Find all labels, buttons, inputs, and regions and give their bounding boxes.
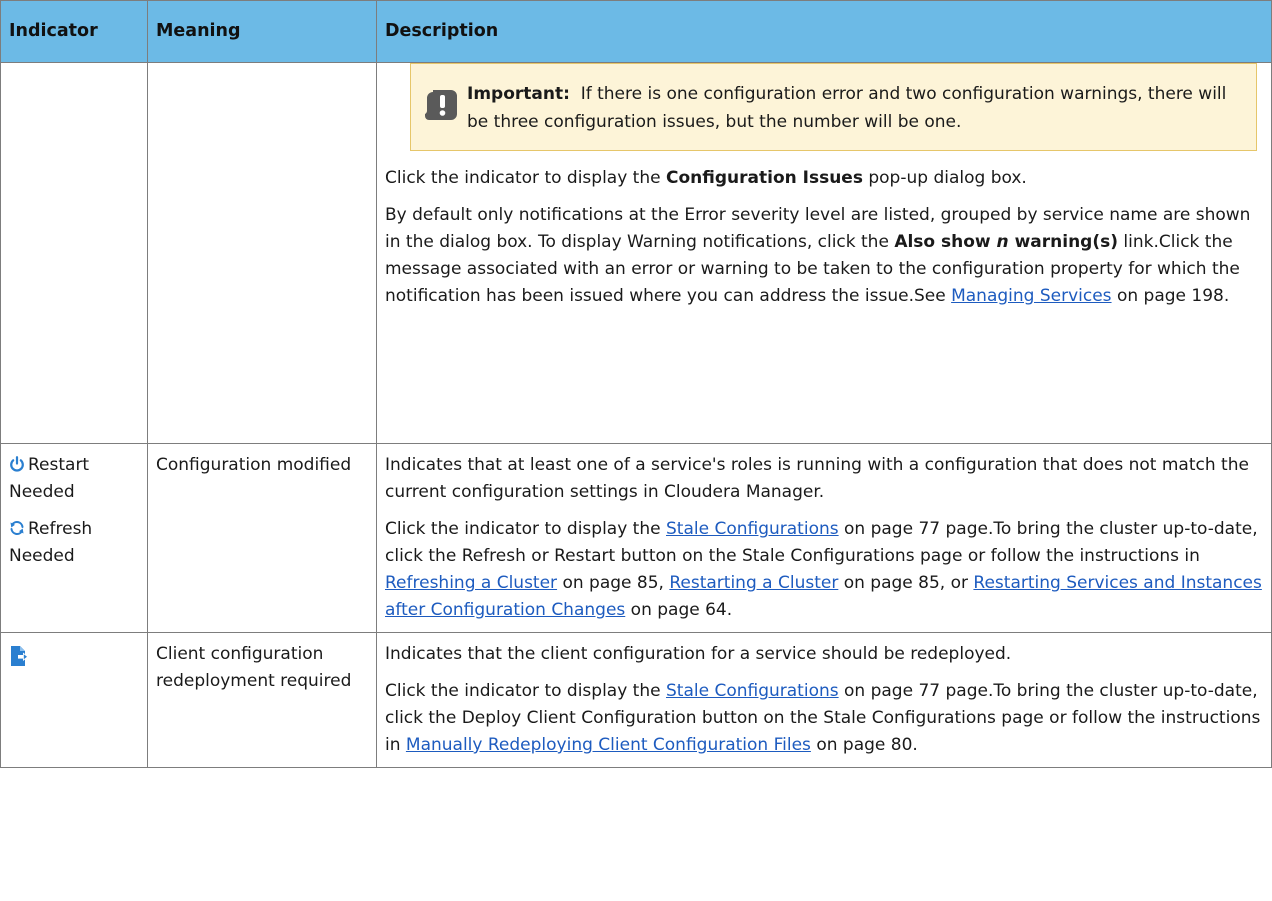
- header-indicator: Indicator: [0, 0, 148, 63]
- text: Also show: [894, 232, 997, 252]
- text: on page 198.: [1111, 286, 1230, 306]
- bold-text: Configuration Issues: [666, 168, 863, 188]
- meaning-text: Client configuration redeployment requir…: [156, 644, 352, 691]
- text: Click the indicator to display the: [385, 168, 666, 188]
- power-icon: [10, 456, 24, 472]
- meaning-cell: Client configuration redeployment requir…: [147, 632, 377, 768]
- paragraph: Click the indicator to display the Confi…: [385, 165, 1265, 192]
- link-manually-redeploying[interactable]: Manually Redeploying Client Configuratio…: [406, 735, 811, 755]
- text: on page 64.: [625, 600, 733, 620]
- deploy-client-config-icon[interactable]: [9, 645, 29, 667]
- table-row: Restart Needed Refresh Needed Configurat…: [0, 443, 1272, 633]
- indicator-table: Indicator Meaning Description Important:: [0, 0, 1272, 768]
- description-cell: Indicates that the client configuration …: [376, 632, 1272, 768]
- note-label: Important:: [467, 84, 570, 104]
- paragraph: Click the indicator to display the Stale…: [385, 678, 1265, 759]
- paragraph: By default only notifications at the Err…: [385, 202, 1265, 310]
- indicator-cell: [0, 632, 148, 768]
- description-cell: Important: If there is one configuration…: [376, 62, 1272, 444]
- link-refreshing-a-cluster[interactable]: Refreshing a Cluster: [385, 573, 557, 593]
- meaning-text: Configuration modified: [156, 455, 352, 475]
- text: on page 85,: [557, 573, 670, 593]
- paragraph: Indicates that at least one of a service…: [385, 455, 1249, 502]
- link-stale-configurations[interactable]: Stale Configurations: [666, 519, 839, 539]
- exclamation-icon: [425, 90, 457, 120]
- paragraph: Click the indicator to display the Stale…: [385, 516, 1265, 624]
- indicator-cell: [0, 62, 148, 444]
- refresh-needed-indicator[interactable]: Refresh Needed: [9, 516, 141, 570]
- table-row: Client configuration redeployment requir…: [0, 632, 1272, 768]
- paragraph: Indicates that the client configuration …: [385, 644, 1012, 664]
- meaning-cell: Configuration modified: [147, 443, 377, 633]
- note-text: If there is one configuration error and …: [467, 84, 1227, 132]
- header-meaning: Meaning: [147, 0, 377, 63]
- meaning-cell: [147, 62, 377, 444]
- text: on page 85, or: [838, 573, 974, 593]
- text: warning(s): [1008, 232, 1118, 252]
- important-note: Important: If there is one configuration…: [410, 63, 1257, 151]
- description-cell: Indicates that at least one of a service…: [376, 443, 1272, 633]
- link-managing-services[interactable]: Managing Services: [951, 286, 1111, 306]
- italic-text: n: [996, 232, 1009, 252]
- link-stale-configurations[interactable]: Stale Configurations: [666, 681, 839, 701]
- table-row: Important: If there is one configuration…: [0, 62, 1272, 444]
- link-restarting-a-cluster[interactable]: Restarting a Cluster: [669, 573, 838, 593]
- header-description: Description: [376, 0, 1272, 63]
- text: on page 80.: [810, 735, 918, 755]
- restart-needed-indicator[interactable]: Restart Needed: [9, 452, 141, 506]
- indicator-cell: Restart Needed Refresh Needed: [0, 443, 148, 633]
- text: Click the indicator to display the: [385, 519, 666, 539]
- text: pop-up dialog box.: [862, 168, 1027, 188]
- table-header-row: Indicator Meaning Description: [0, 0, 1272, 63]
- refresh-icon: [10, 521, 24, 535]
- text: Click the indicator to display the: [385, 681, 666, 701]
- bold-text: Also show n warning(s): [894, 232, 1118, 252]
